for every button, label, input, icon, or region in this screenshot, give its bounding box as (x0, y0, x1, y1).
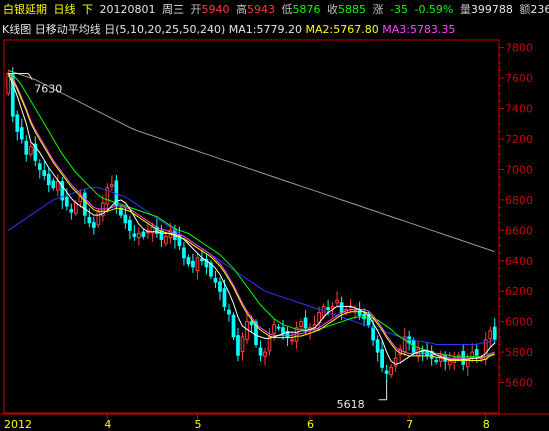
y-tick-label: 7400 (505, 103, 533, 116)
candle-body (326, 307, 330, 310)
candle-body (272, 324, 276, 334)
candle-body (195, 257, 200, 271)
candle-body (182, 247, 186, 259)
candle-body (87, 217, 92, 224)
x-tick-label: 2012 (4, 418, 32, 431)
candle-body (371, 326, 375, 341)
candle-body (218, 281, 222, 292)
y-tick-label: 7800 (505, 42, 533, 55)
candle-body (240, 336, 245, 352)
ma20-line (8, 73, 495, 358)
candle-body (186, 257, 191, 265)
candle-body (64, 196, 69, 207)
x-tick-label: 5 (194, 418, 201, 431)
candle-body (438, 357, 443, 362)
candle-body (425, 350, 430, 356)
x-tick-label: 8 (483, 418, 490, 431)
candle-body (51, 180, 56, 189)
candle-body (15, 114, 20, 132)
y-tick-label: 7200 (505, 133, 533, 146)
candle-body (335, 299, 339, 304)
candle-body (258, 347, 263, 356)
candle-body (227, 309, 231, 315)
candle-body (73, 202, 78, 214)
y-tick-label: 5600 (505, 377, 533, 390)
candle-body (19, 127, 24, 140)
y-tick-label: 6600 (505, 224, 533, 237)
candle-body (380, 349, 384, 368)
candle-body (28, 146, 33, 155)
candle-body (236, 335, 240, 356)
candle-body (474, 349, 479, 356)
candle-body (231, 314, 236, 338)
kline-chart[interactable]: 5600 5800 6000 6200 6400 6600 6800 7000 7200 7400… (0, 0, 549, 431)
ma10-line (7, 73, 495, 359)
candle-body (119, 207, 123, 216)
candle-body (123, 214, 128, 224)
y-tick-label: 6400 (505, 255, 533, 268)
low-annotation: 5618 (337, 398, 365, 411)
candle-body (389, 366, 393, 376)
candle-body (82, 192, 87, 216)
candle-body (91, 222, 96, 228)
candle-body (69, 209, 74, 213)
candle-body (339, 302, 344, 314)
candle-body (191, 260, 195, 268)
candle-body (281, 327, 285, 335)
candle-body (137, 232, 141, 239)
candle-body (159, 230, 164, 240)
candle-body (96, 211, 101, 226)
candle-body (263, 351, 267, 357)
candle-body (110, 184, 114, 187)
candle-body (492, 326, 497, 340)
candle-body (267, 336, 272, 352)
candle-body (447, 360, 452, 366)
candle-body (213, 277, 218, 283)
candle-body (299, 321, 303, 328)
candle-body (222, 288, 227, 307)
candle-body (37, 163, 42, 170)
candle-body (164, 235, 168, 244)
candle-body (55, 181, 60, 191)
x-tick-label: 4 (104, 418, 111, 431)
candle-body (276, 326, 281, 329)
candle-body (470, 351, 475, 359)
candle-body (375, 339, 380, 353)
candle-body (249, 321, 254, 326)
y-tick-label: 7000 (505, 163, 533, 176)
candle-body (488, 330, 493, 340)
candle-body (132, 233, 137, 237)
high-annotation: 7630 (34, 82, 62, 95)
candle-body (128, 219, 132, 231)
candle-body (330, 305, 335, 309)
ma240-line (8, 69, 495, 253)
y-tick-label: 6800 (505, 194, 533, 207)
y-tick-label: 6200 (505, 285, 533, 298)
y-tick-label: 5800 (505, 346, 533, 359)
y-tick-label: 6000 (505, 316, 533, 329)
candle-body (200, 258, 204, 262)
candle-body (303, 317, 308, 329)
x-tick-label: 6 (307, 418, 314, 431)
candle-body (317, 312, 321, 323)
candle-body (290, 339, 294, 342)
plot-frame (3, 39, 500, 414)
candle-body (434, 360, 439, 363)
candle-body (384, 370, 389, 374)
candle-body (362, 313, 366, 320)
x-tick-label: 7 (406, 418, 413, 431)
low-marker (378, 379, 388, 401)
candle-body (393, 357, 398, 367)
candle-body (42, 170, 47, 176)
candle-body (24, 140, 29, 155)
candle-body (141, 231, 146, 237)
candle-body (46, 173, 51, 186)
y-tick-label: 7600 (505, 72, 533, 85)
